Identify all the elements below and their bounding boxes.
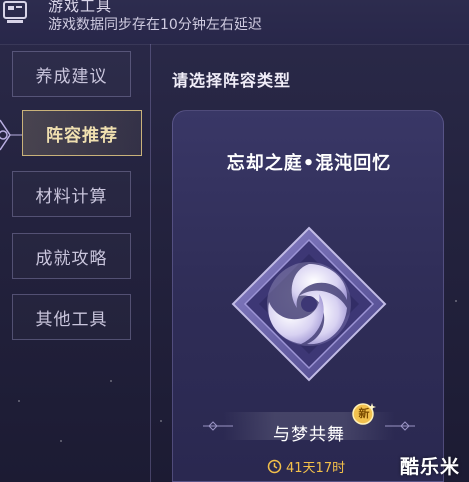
sidebar-item-material-calculator[interactable]: 材料计算 bbox=[12, 171, 131, 217]
sidebar-item-team-recommendation[interactable]: 阵容推荐 bbox=[22, 110, 142, 156]
header: 游戏工具 游戏数据同步存在10分钟左右延迟 bbox=[0, 0, 469, 45]
sidebar-item-other-tools[interactable]: 其他工具 bbox=[12, 294, 131, 340]
timer-text: 41天17时 bbox=[286, 460, 346, 476]
star-decoration bbox=[455, 300, 457, 302]
sidebar-item-label: 材料计算 bbox=[35, 186, 108, 207]
mode-label: 与梦共舞 bbox=[273, 425, 345, 445]
active-indicator-icon bbox=[0, 119, 22, 151]
toolbox-icon bbox=[3, 1, 27, 23]
watermark-logo: 酷乐米 bbox=[400, 456, 461, 478]
clock-icon bbox=[267, 459, 282, 473]
star-decoration bbox=[160, 420, 162, 422]
sidebar-item-label: 成就攻略 bbox=[35, 248, 108, 269]
memory-of-chaos-emblem-icon bbox=[231, 226, 387, 382]
sidebar-item-label: 其他工具 bbox=[35, 309, 108, 330]
new-badge: 新 bbox=[351, 401, 377, 425]
sidebar-item-label: 养成建议 bbox=[35, 66, 108, 87]
sidebar-item-achievement-guide[interactable]: 成就攻略 bbox=[12, 233, 131, 279]
sidebar: 养成建议 阵容推荐 材料计算 成就攻略 其他工具 bbox=[0, 44, 151, 482]
sidebar-item-label: 阵容推荐 bbox=[46, 125, 118, 146]
new-badge-label: 新 bbox=[358, 407, 370, 420]
remaining-time: 41天17时 bbox=[267, 457, 346, 476]
sync-delay-notice: 游戏数据同步存在10分钟左右延迟 bbox=[48, 17, 262, 33]
card-title: 忘却之庭•混沌回忆 bbox=[226, 153, 392, 174]
sidebar-item-cultivation-advice[interactable]: 养成建议 bbox=[12, 51, 131, 97]
memory-of-chaos-card[interactable]: 忘却之庭•混沌回忆 与梦共舞 新 41天17时 bbox=[172, 110, 444, 482]
section-title: 请选择阵容类型 bbox=[172, 71, 292, 90]
